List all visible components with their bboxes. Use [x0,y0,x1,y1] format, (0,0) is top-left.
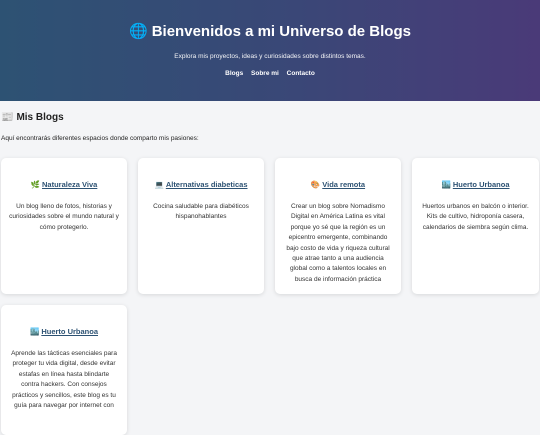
blog-card-huerto-urbanoa-2: 🏙️ Huerto Urbanoa Aprende las tácticas es… [1,305,127,435]
section-title-text: Mis Blogs [16,112,64,123]
blogs-section: 📰 Mis Blogs Aquí encontrarás diferentes e… [0,101,540,142]
hero-header: 🌐 Bienvenidos a mi Universo de Blogs Expl… [0,0,540,101]
blog-description: Crear un blog sobre Nomadismo Digital en… [286,203,390,283]
blog-description: Un blog lleno de fotos, historias y curi… [9,203,119,231]
laptop-icon: 💻 [154,180,164,189]
blog-title: Huerto Urbanoa [452,180,510,189]
blog-title: Huerto Urbanoa [41,327,98,336]
leaf-icon: 🌿 [30,180,41,189]
page-title-text: Bienvenidos a mi Universo de Blogs [151,23,411,40]
blog-title: Alternativas diabeticas [165,180,248,189]
section-description: Aquí encontrarás diferentes espacios don… [1,135,199,142]
blog-description: Huertos urbanos en balcón o interior. Ki… [422,203,529,231]
globe-icon: 🌐 [129,23,148,40]
blog-link-alternativas-diabeticas[interactable]: 💻 Alternativas diabeticas [154,180,247,189]
main-nav: Blogs Sobre mi Contacto [0,70,540,77]
nav-link-blogs[interactable]: Blogs [225,70,243,77]
blog-card-naturaleza-viva: 🌿 Naturaleza Viva Un blog lleno de fotos,… [1,158,127,294]
blog-description: Aprende las tácticas esenciales para pro… [11,350,117,410]
page-subtitle: Explora mis proyectos, ideas y curiosida… [174,53,366,60]
blog-title: Vida remota [322,180,366,189]
blog-link-huerto-urbanoa[interactable]: 🏙️ Huerto Urbanoa [441,180,509,189]
blog-description: Cocina saludable para diabéticos hispano… [153,203,249,221]
blog-card-alternativas-diabeticas: 💻 Alternativas diabeticas Cocina saludabl… [138,158,264,294]
nav-link-contacto[interactable]: Contacto [287,70,315,77]
cityscape-icon: 🏙️ [29,327,40,336]
blog-link-naturaleza-viva[interactable]: 🌿 Naturaleza Viva [31,180,98,189]
page-title: 🌐 Bienvenidos a mi Universo de Blogs [0,22,540,42]
section-title: 📰 Mis Blogs [1,111,539,125]
blog-link-vida-remota[interactable]: 🎨 Vida remota [311,180,365,189]
blog-title: Naturaleza Viva [42,180,98,189]
blog-link-huerto-urbanoa-2[interactable]: 🏙️ Huerto Urbanoa [30,327,98,336]
blog-card-vida-remota: 🎨 Vida remota Crear un blog sobre Nomadis… [275,158,401,294]
blog-card-huerto-urbanoa: 🏙️ Huerto Urbanoa Huertos urbanos en balc… [412,158,539,294]
newspaper-icon: 📰 [1,112,14,123]
cityscape-icon: 🏙️ [441,180,451,189]
nav-link-sobre-mi[interactable]: Sobre mi [251,70,279,77]
palette-icon: 🎨 [310,180,321,189]
